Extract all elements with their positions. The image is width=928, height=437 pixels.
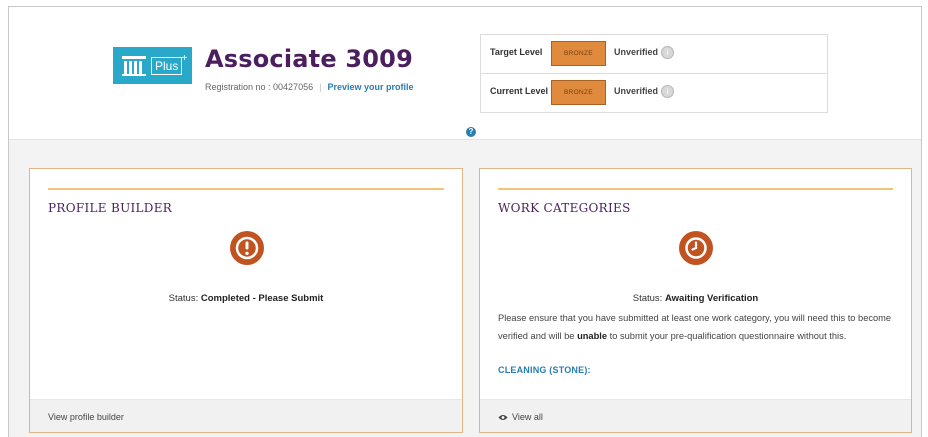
clock-icon <box>679 231 713 265</box>
current-level-row: Current Level BRONZE Unverified i <box>481 74 827 113</box>
target-level-label: Target Level <box>490 47 543 57</box>
info-circle-icon[interactable]: i <box>661 85 674 98</box>
registration-line: Registration no : 00427056 | Preview your … <box>205 82 413 92</box>
footer-link-label: View profile builder <box>48 412 124 422</box>
status-prefix: Status: <box>168 293 199 304</box>
target-level-status: Unverified <box>614 47 659 57</box>
separator: | <box>319 82 322 92</box>
category-item[interactable]: CLEANING (STONE): <box>498 365 591 375</box>
card-rule <box>498 188 893 190</box>
card-footer: View all <box>480 399 911 432</box>
view-profile-builder-link[interactable]: View profile builder <box>48 412 124 422</box>
status-value: Awaiting Verification <box>664 293 759 304</box>
message-text-end: to submit your pre-qualification questio… <box>607 331 847 341</box>
card-title: PROFILE BUILDER <box>48 201 173 215</box>
work-categories-card: WORK CATEGORIES Status: Awaiting Verific… <box>479 168 912 433</box>
registration-number: Registration no : 00427056 <box>205 82 314 92</box>
message-emphasis: unable <box>577 331 608 341</box>
current-level-status: Unverified <box>614 86 659 96</box>
target-level-badge: BRONZE <box>551 41 606 66</box>
help-icon[interactable]: ? <box>466 127 476 137</box>
target-level-row: Target Level BRONZE Unverified i <box>481 35 827 74</box>
page-title: Associate 3009 <box>205 45 413 73</box>
eye-icon <box>498 414 508 420</box>
status-prefix: Status: <box>632 293 663 304</box>
logo-text: Plus + <box>151 53 187 75</box>
logo-sup: + <box>181 52 188 64</box>
footer-link-label: View all <box>512 412 543 422</box>
verification-message: Please ensure that you have submitted at… <box>498 309 898 345</box>
card-title: WORK CATEGORIES <box>498 201 631 215</box>
preview-profile-link[interactable]: Preview your profile <box>327 82 413 92</box>
pillars-icon <box>122 55 146 76</box>
card-footer: View profile builder <box>30 399 462 432</box>
levels-panel: Target Level BRONZE Unverified i Current… <box>480 34 828 113</box>
card-rule <box>48 188 444 190</box>
current-level-label: Current Level <box>490 86 549 96</box>
info-circle-icon[interactable]: i <box>661 46 674 59</box>
profile-status: Status: Completed - Please Submit <box>30 293 462 304</box>
current-level-badge: BRONZE <box>551 80 606 105</box>
work-categories-status: Status: Awaiting Verification <box>480 293 911 304</box>
brand-logo[interactable]: Plus + <box>113 47 192 84</box>
profile-builder-card: PROFILE BUILDER Status: Completed - Plea… <box>29 168 463 433</box>
view-all-link[interactable]: View all <box>498 412 543 422</box>
exclamation-circle-icon <box>230 231 264 265</box>
status-value: Completed - Please Submit <box>200 293 324 304</box>
